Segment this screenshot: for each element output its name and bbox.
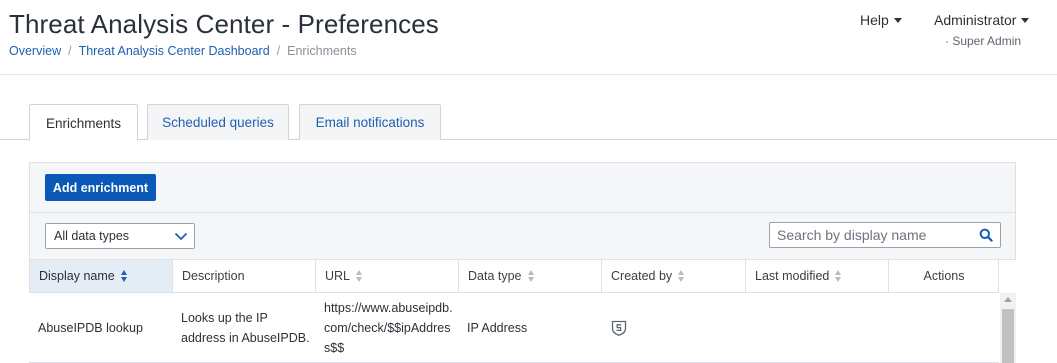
cell-last-modified [745,293,888,362]
chevron-down-icon [174,232,188,241]
column-header-label: Display name [39,269,115,283]
column-header-actions: Actions [889,260,999,292]
vertical-scrollbar[interactable] [1000,293,1016,363]
search-input[interactable] [770,223,970,247]
toolbar-panel: Add enrichment All data types [29,162,1016,260]
table-header: Display name Description URL Data type C… [29,260,999,293]
column-header-label: Description [182,269,245,283]
cell-data-type: IP Address [467,320,528,335]
tab-bar: Enrichments Scheduled queries Email noti… [0,104,1057,141]
breadcrumb-overview[interactable]: Overview [9,44,61,58]
column-header-data-type[interactable]: Data type [459,260,602,292]
cell-created-by [601,293,745,362]
column-header-created-by[interactable]: Created by [602,260,746,292]
user-label: Administrator [934,12,1017,28]
search-box [769,222,1001,248]
help-label: Help [860,12,889,28]
user-menu[interactable]: Administrator [934,12,1030,28]
cell-actions [888,293,998,362]
tab-email-notifications[interactable]: Email notifications [299,104,441,140]
sort-icon [527,270,535,282]
sort-ascending-icon [120,270,128,282]
header-divider [0,74,1057,75]
data-type-filter-select[interactable]: All data types [45,223,195,249]
cell-display-name: AbuseIPDB lookup [38,320,143,335]
data-type-filter-value: All data types [54,229,130,243]
scrollbar-thumb[interactable] [1002,309,1014,363]
table-row[interactable]: AbuseIPDB lookup Looks up the IP address… [29,293,999,363]
column-header-label: Data type [468,269,522,283]
sort-icon [356,270,363,282]
sophos-shield-icon [611,320,627,336]
column-header-label: Last modified [755,269,830,283]
breadcrumb-current: Enrichments [287,44,357,58]
scroll-up-arrow-icon[interactable] [1004,297,1012,302]
help-menu[interactable]: Help [860,12,902,28]
column-header-display-name[interactable]: Display name [30,260,173,292]
breadcrumb-separator: / [276,44,281,58]
cell-url: https://www.abuseipdb.com/check/$$ipAddr… [324,300,453,355]
panel-divider [30,212,1015,213]
column-header-description: Description [173,260,316,292]
tab-scheduled-queries[interactable]: Scheduled queries [147,104,289,140]
search-icon[interactable] [979,228,993,242]
cell-description: Looks up the IP address in AbuseIPDB. [181,310,310,345]
add-enrichment-button[interactable]: Add enrichment [45,174,156,201]
sort-icon [835,270,842,282]
column-header-last-modified[interactable]: Last modified [746,260,889,292]
breadcrumb-separator: / [68,44,72,58]
caret-down-icon [893,17,902,23]
sort-icon [678,270,685,282]
column-header-label: Created by [611,269,673,283]
breadcrumb-dashboard[interactable]: Threat Analysis Center Dashboard [79,44,270,58]
breadcrumb: Overview / Threat Analysis Center Dashbo… [9,44,357,58]
column-header-label: Actions [923,269,965,283]
caret-down-icon [1021,17,1030,23]
user-role: · Super Admin [945,34,1022,48]
column-header-label: URL [325,269,351,283]
column-header-url[interactable]: URL [316,260,459,292]
tab-enrichments[interactable]: Enrichments [29,104,138,141]
page-title: Threat Analysis Center - Preferences [9,9,439,39]
